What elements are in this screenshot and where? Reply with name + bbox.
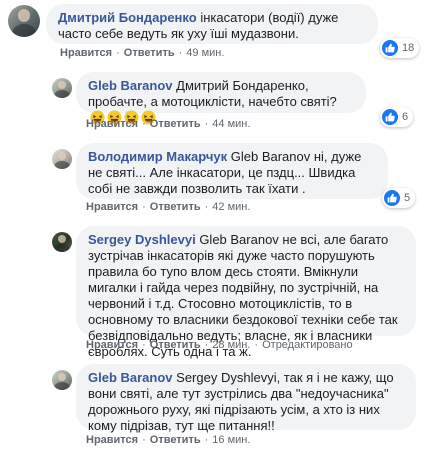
timestamp[interactable]: 28 мин. [212,339,250,351]
timestamp[interactable]: 16 мин. [212,434,250,446]
comment-bubble: Gleb Baranov Дмитрий Бондаренко, пробачт… [76,72,366,125]
comment-actions: Нравится · Ответить · 16 мин. [86,434,251,446]
comment-actions: Нравится · Ответить · 42 мин. [86,201,251,213]
reply-button[interactable]: Ответить [150,118,201,130]
like-icon [384,190,400,206]
like-button[interactable]: Нравится [86,434,138,446]
reaction-number: 18 [402,42,415,54]
comment-author[interactable]: Володимир Макарчук [88,149,227,164]
like-button[interactable]: Нравится [86,118,138,130]
comment-actions: Нравится · Ответить · 49 мин. [60,47,225,59]
comment-bubble: Володимир Макарчук Gleb Baranov ні, дуже… [76,143,388,199]
comment-bubble: Gleb Baranov Sergey Dyshlevyi, так я і н… [76,364,416,433]
comment-bubble: Дмитрий Бондаренко інкасатори (водії) ду… [46,4,378,44]
reaction-count[interactable]: 18 [380,38,420,58]
like-icon [382,109,398,125]
edited-label[interactable]: Отредактировано [262,339,353,351]
reply-button[interactable]: Ответить [150,339,201,351]
reaction-number: 6 [402,111,409,123]
like-button[interactable]: Нравится [86,339,138,351]
like-icon [382,40,398,56]
timestamp[interactable]: 49 мин. [186,47,224,59]
avatar[interactable] [8,5,40,37]
comment-actions: Нравится · Ответить · 28 мин. · Отредактирован… [86,339,353,351]
avatar[interactable] [52,232,72,252]
comment-actions: Нравится · Ответить · 44 мин. [86,118,251,130]
comment-author[interactable]: Gleb Baranov [88,370,173,385]
reply-button[interactable]: Ответить [150,434,201,446]
comment-bubble: Sergey Dyshlevyi Gleb Baranov не всі, ал… [76,226,416,359]
avatar[interactable] [52,149,72,169]
like-button[interactable]: Нравится [60,47,112,59]
reply-button[interactable]: Ответить [124,47,175,59]
timestamp[interactable]: 44 мин. [212,118,250,130]
comment-author[interactable]: Gleb Baranov [88,78,173,93]
comment-author[interactable]: Дмитрий Бондаренко [58,10,197,25]
timestamp[interactable]: 42 мин. [212,201,250,213]
avatar[interactable] [52,78,72,98]
reaction-count[interactable]: 6 [380,107,414,127]
reaction-number: 5 [404,192,411,204]
comment-author[interactable]: Sergey Dyshlevyi [88,232,196,247]
like-button[interactable]: Нравится [86,201,138,213]
avatar[interactable] [52,370,72,390]
reply-button[interactable]: Ответить [150,201,201,213]
reaction-count[interactable]: 5 [382,188,416,208]
